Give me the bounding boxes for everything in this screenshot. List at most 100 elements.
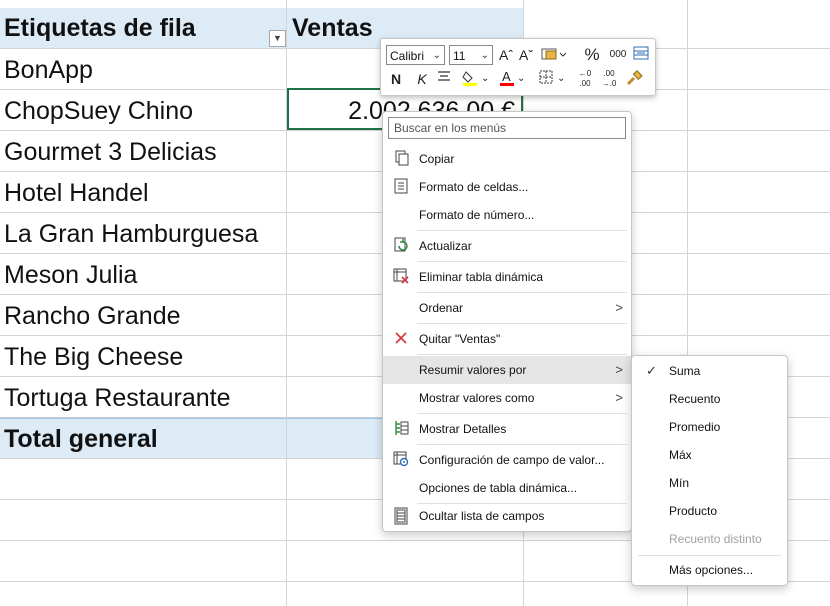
pivot-row-label[interactable]: Hotel Handel	[4, 173, 284, 213]
pivot-row-label[interactable]: BonApp	[4, 50, 284, 90]
bold-icon[interactable]: N	[389, 69, 403, 89]
context-menu: Buscar en los menús Copiar Formato de ce…	[382, 111, 632, 532]
menu-item-label: Mostrar valores como	[419, 391, 535, 405]
pivot-row-label[interactable]: ChopSuey Chino	[4, 91, 284, 131]
submenu-item-recuento-distinto: Recuento distinto	[632, 525, 787, 553]
menu-item-formato-celdas[interactable]: Formato de celdas...	[383, 173, 631, 201]
font-size-value: 11	[453, 49, 466, 63]
pivot-row-label[interactable]: The Big Cheese	[4, 337, 284, 377]
pivot-row-label[interactable]: Tortuga Restaurante	[4, 378, 284, 418]
menu-separator	[417, 230, 627, 231]
chevron-down-icon[interactable]: ⌄	[481, 69, 489, 89]
chevron-down-icon: ⌄	[480, 50, 489, 61]
submenu-item-max[interactable]: Máx	[632, 441, 787, 469]
chevron-right-icon: >	[615, 390, 623, 405]
submenu-item-label: Recuento distinto	[669, 532, 762, 546]
menu-item-quitar-ventas[interactable]: Quitar "Ventas"	[383, 325, 631, 353]
submenu-item-label: Suma	[669, 364, 701, 378]
submenu-item-label: Promedio	[669, 420, 721, 434]
menu-separator	[417, 354, 627, 355]
menu-item-opciones-tabla[interactable]: Opciones de tabla dinámica...	[383, 474, 631, 502]
increase-decimal-icon[interactable]: ←0.00	[575, 69, 595, 89]
menu-item-actualizar[interactable]: Actualizar	[383, 232, 631, 260]
submenu-item-label: Producto	[669, 504, 718, 518]
align-center-icon[interactable]	[436, 69, 452, 89]
font-size-dropdown[interactable]: 11 ⌄	[449, 45, 493, 65]
submenu-item-label: Máx	[669, 448, 692, 462]
delete-pivot-icon	[392, 268, 410, 286]
menu-item-label: Mostrar Detalles	[419, 422, 507, 436]
menu-item-ordenar[interactable]: Ordenar >	[383, 294, 631, 322]
submenu-item-producto[interactable]: Producto	[632, 497, 787, 525]
submenu-item-label: Más opciones...	[669, 563, 754, 577]
menu-item-label: Ocultar lista de campos	[419, 509, 545, 523]
italic-icon[interactable]: K	[415, 69, 429, 89]
menu-item-label: Actualizar	[419, 239, 472, 253]
menu-separator	[417, 292, 627, 293]
format-painter-icon[interactable]	[624, 69, 644, 89]
menu-item-label: Formato de número...	[419, 208, 535, 222]
submenu-item-min[interactable]: Mín	[632, 469, 787, 497]
submenu-item-suma[interactable]: ✓ Suma	[632, 357, 787, 385]
copy-icon	[392, 150, 410, 168]
menu-item-mostrar-detalles[interactable]: Mostrar Detalles	[383, 415, 631, 443]
field-settings-icon	[392, 451, 410, 469]
font-color-icon[interactable]: A	[499, 69, 515, 89]
menu-separator	[417, 261, 627, 262]
menu-item-configuracion-campo[interactable]: Configuración de campo de valor...	[383, 446, 631, 474]
remove-icon	[392, 330, 410, 348]
pivot-row-label[interactable]: La Gran Hamburguesa	[4, 214, 284, 254]
checkmark-icon: ✓	[646, 363, 657, 378]
menu-item-formato-numero[interactable]: Formato de número...	[383, 201, 631, 229]
pivot-total-label[interactable]: Total general	[0, 418, 286, 458]
menu-item-label: Ordenar	[419, 301, 464, 315]
field-list-icon	[392, 507, 410, 525]
chevron-right-icon: >	[615, 362, 623, 377]
decrease-decimal-icon[interactable]: .00 →.0	[599, 69, 619, 89]
font-name-dropdown[interactable]: Calibri ⌄	[386, 45, 445, 65]
menu-item-label: Configuración de campo de valor...	[419, 453, 605, 467]
menu-item-label: Quitar "Ventas"	[419, 332, 501, 346]
filter-dropdown-button[interactable]: ▼	[269, 30, 286, 47]
chevron-down-icon: ⌄	[432, 50, 441, 61]
pivot-row-labels-header[interactable]: Etiquetas de fila	[0, 8, 286, 48]
format-cells-icon	[392, 178, 410, 196]
percent-style-icon[interactable]: %	[583, 45, 601, 65]
chevron-right-icon: >	[615, 300, 623, 315]
show-details-icon	[392, 420, 410, 438]
thousands-separator-icon[interactable]: 000	[607, 45, 629, 65]
menu-item-resumir-valores[interactable]: Resumir valores por >	[383, 356, 631, 384]
fill-color-icon[interactable]	[461, 69, 479, 89]
menu-item-label: Copiar	[419, 152, 455, 166]
pivot-row-label[interactable]: Meson Julia	[4, 255, 284, 295]
borders-icon[interactable]	[537, 69, 555, 89]
mini-toolbar: Calibri ⌄ 11 ⌄ Aˆ Aˇ % 000 N K ⌄ A ⌄ ⌄ ←0.…	[380, 38, 656, 96]
menu-item-label: Opciones de tabla dinámica...	[419, 481, 578, 495]
decrease-font-size-icon[interactable]: Aˇ	[517, 45, 535, 65]
menu-separator	[417, 413, 627, 414]
autofit-icon[interactable]	[632, 45, 650, 65]
pivot-row-label[interactable]: Rancho Grande	[4, 296, 284, 336]
chevron-down-icon[interactable]: ⌄	[517, 69, 525, 89]
menu-item-label: Resumir valores por	[419, 363, 527, 377]
menu-item-mostrar-valores[interactable]: Mostrar valores como >	[383, 384, 631, 412]
menu-separator	[417, 444, 627, 445]
number-format-icon[interactable]	[539, 45, 567, 65]
increase-font-size-icon[interactable]: Aˆ	[497, 45, 515, 65]
submenu-item-mas-opciones[interactable]: Más opciones...	[632, 556, 787, 584]
submenu-item-label: Mín	[669, 476, 690, 490]
menu-item-copiar[interactable]: Copiar	[383, 145, 631, 173]
menu-item-eliminar-tabla[interactable]: Eliminar tabla dinámica	[383, 263, 631, 291]
menu-item-ocultar-lista[interactable]: Ocultar lista de campos	[383, 502, 631, 530]
submenu-item-recuento[interactable]: Recuento	[632, 385, 787, 413]
resumir-submenu: ✓ Suma Recuento Promedio Máx Mín Product…	[631, 355, 788, 586]
menu-search-input[interactable]: Buscar en los menús	[388, 117, 626, 139]
menu-item-label: Formato de celdas...	[419, 180, 529, 194]
menu-item-label: Eliminar tabla dinámica	[419, 270, 544, 284]
refresh-icon	[392, 237, 410, 255]
svg-text:A: A	[502, 69, 511, 84]
pivot-row-label[interactable]: Gourmet 3 Delicias	[4, 132, 284, 172]
submenu-item-promedio[interactable]: Promedio	[632, 413, 787, 441]
menu-separator	[417, 323, 627, 324]
chevron-down-icon[interactable]: ⌄	[557, 69, 565, 89]
